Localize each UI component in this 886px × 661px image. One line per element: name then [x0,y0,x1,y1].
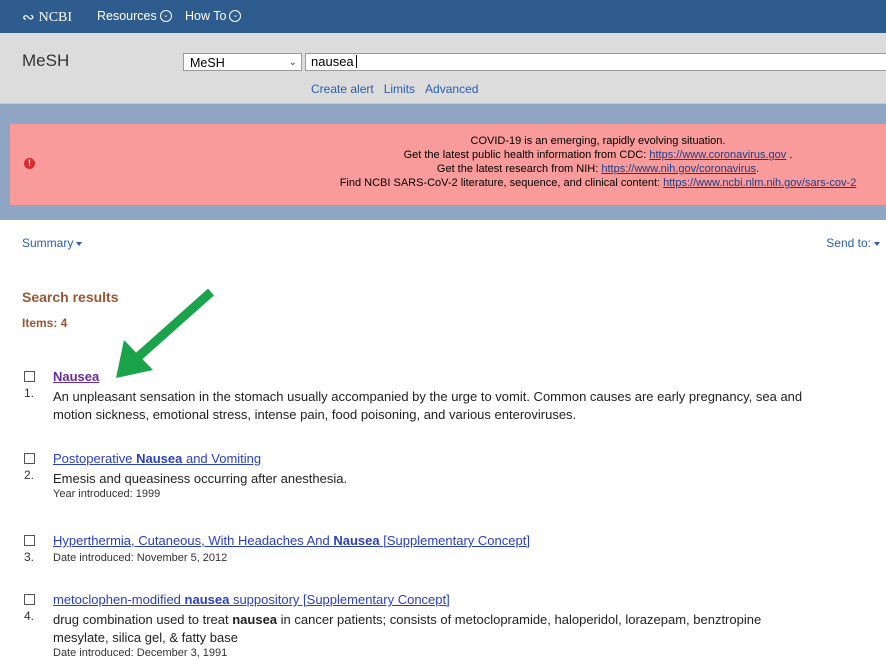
result-title-link[interactable]: Nausea [53,369,99,384]
result-number: 3. [24,550,35,564]
result-checkbox[interactable] [24,371,35,382]
result-meta: Date introduced: November 5, 2012 [53,552,228,564]
result-description: drug combination used to treat nausea in… [53,612,762,645]
result-checkbox[interactable] [24,535,35,546]
result-meta: Year introduced: 1999 [53,488,161,500]
result-title-link[interactable]: metoclophen-modified nausea suppository … [53,592,450,607]
result-description: Emesis and queasiness occurring after an… [53,471,348,486]
result-checkbox[interactable] [24,594,35,605]
result-number: 2. [24,468,35,482]
result-number: 1. [24,386,35,400]
result-title-link[interactable]: Hyperthermia, Cutaneous, With Headaches … [53,533,530,548]
result-title-link[interactable]: Postoperative Nausea and Vomiting [53,451,261,466]
result-number: 4. [24,609,35,623]
result-checkbox[interactable] [24,453,35,464]
result-meta: Date introduced: December 3, 1991 [53,647,228,659]
result-description: An unpleasant sensation in the stomach u… [53,389,803,422]
